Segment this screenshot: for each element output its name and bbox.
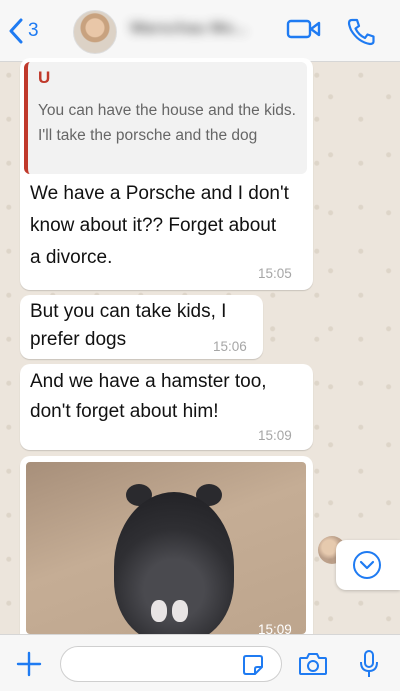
sticker-button[interactable] [242,654,264,681]
message-text: We have a Porsche and I don't know about… [30,183,289,268]
message-time: 15:06 [213,339,247,354]
unread-count: 3 [28,20,39,41]
chevron-left-icon [9,18,23,44]
hamster-photo[interactable]: 15:09 [26,462,306,634]
message-text: And we have a hamster too, don't forget … [30,371,267,422]
sticker-icon [243,655,263,675]
message-time: 15:09 [258,428,292,443]
message-time: 15:05 [258,266,292,281]
video-call-button[interactable] [286,17,322,41]
voice-call-button[interactable] [346,17,378,47]
hamster-paw [172,600,188,622]
quoted-message[interactable]: U You can have the house and the kids. I… [24,62,307,174]
mic-icon [360,650,378,677]
contact-name[interactable]: Warschau Mo... [130,20,270,42]
attach-button[interactable] [16,651,42,682]
hamster-paw [151,600,167,622]
composer-bar [0,634,400,691]
chevron-down-icon [353,551,381,579]
hamster [114,492,234,634]
chat-header: 3 Warschau Mo... [0,0,400,62]
voice-message-button[interactable] [358,649,380,684]
avatar[interactable] [73,10,117,54]
quoted-sender: U [38,68,51,87]
plus-icon [16,651,42,677]
camera-button[interactable] [298,652,328,681]
video-call-icon [286,19,321,39]
photo-time: 15:09 [258,622,292,634]
back-button[interactable]: 3 [8,18,39,44]
scroll-to-bottom-button[interactable] [336,540,400,590]
phone-icon [347,18,375,46]
camera-icon [299,653,327,675]
quoted-text: You can have the house and the kids. I'l… [38,102,296,144]
